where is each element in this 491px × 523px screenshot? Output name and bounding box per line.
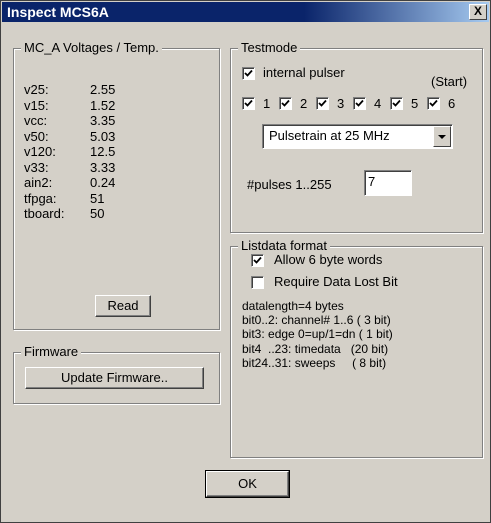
checkmark-icon <box>355 99 364 107</box>
firmware-group: Firmware Update Firmware.. <box>13 344 220 404</box>
channel-checkbox[interactable] <box>279 97 292 110</box>
dropdown-button[interactable] <box>433 126 451 147</box>
inspect-dialog: Inspect MCS6A X MC_A Voltages / Temp. v2… <box>0 0 491 523</box>
require-data-lost-label: Require Data Lost Bit <box>274 274 398 289</box>
channel-checkbox[interactable] <box>353 97 366 110</box>
voltage-row: tfpga: 51 <box>24 191 204 206</box>
require-data-lost-checkbox[interactable] <box>251 276 264 289</box>
voltage-row: tboard: 50 <box>24 206 204 221</box>
voltage-label: v25: <box>24 82 49 97</box>
voltage-value: 50 <box>90 206 105 221</box>
voltage-value: 12.5 <box>90 144 116 159</box>
voltage-row: v120: 12.5 <box>24 144 204 159</box>
ok-button[interactable]: OK <box>205 470 290 498</box>
voltage-value: 3.35 <box>90 113 116 128</box>
voltage-label: v120: <box>24 144 56 159</box>
voltage-value: 51 <box>90 190 105 206</box>
format-info-line: bit4 ..23: timedata (20 bit) <box>242 341 389 356</box>
voltage-label: vcc: <box>24 113 48 128</box>
checkmark-icon <box>281 99 290 107</box>
checkmark-icon <box>392 99 401 107</box>
format-info-line: bit0..2: channel# 1..6 ( 3 bit) <box>242 313 391 328</box>
pulses-label: #pulses 1..255 <box>247 177 332 192</box>
voltage-value: 2.55 <box>90 82 116 97</box>
voltage-label: tboard: <box>24 206 65 221</box>
format-info-line: datalength=4 bytes <box>242 299 344 313</box>
voltage-value: 5.03 <box>90 128 116 144</box>
title-bar[interactable]: Inspect MCS6A X <box>2 2 489 22</box>
voltage-label: v15: <box>24 97 49 113</box>
voltage-value: 0.24 <box>90 175 116 190</box>
voltage-row: ain2: 0.24 <box>24 175 204 190</box>
voltage-value: 1.52 <box>90 97 116 113</box>
read-button[interactable]: Read <box>95 295 151 317</box>
voltage-row: v25: 2.55 <box>24 82 204 97</box>
update-firmware-button[interactable]: Update Firmware.. <box>25 367 204 389</box>
voltage-label: v50: <box>24 128 49 144</box>
testmode-group-title: Testmode <box>238 40 301 55</box>
voltage-label: v33: <box>24 159 49 175</box>
channel-label: 4 <box>374 96 382 111</box>
close-icon: X <box>473 4 482 18</box>
window-title: Inspect MCS6A <box>7 4 109 20</box>
channel-label: 5 <box>411 96 419 111</box>
format-info: datalength=4 bytes bit0..2: channel# 1..6… <box>242 299 393 370</box>
voltage-row: v15: 1.52 <box>24 98 204 113</box>
listdata-group: Listdata format Allow 6 byte words Requi… <box>230 238 483 458</box>
voltage-value: 3.33 <box>90 159 116 175</box>
voltage-row: vcc: 3.35 <box>24 113 204 128</box>
channel-label: 2 <box>300 96 308 111</box>
channel-label: 3 <box>337 96 345 111</box>
voltage-label: tfpga: <box>24 190 57 206</box>
checkmark-icon <box>318 99 327 107</box>
checkmark-icon <box>244 69 253 77</box>
testmode-group: Testmode internal pulser (Start) 123456 … <box>230 40 483 233</box>
checkmark-icon <box>429 99 438 107</box>
voltage-label: ain2: <box>24 175 53 190</box>
internal-pulser-label: internal pulser <box>263 65 345 80</box>
voltage-row: v33: 3.33 <box>24 160 204 175</box>
channel-checkbox[interactable] <box>390 97 403 110</box>
pulse-mode-value: Pulsetrain at 25 MHz <box>269 128 390 143</box>
firmware-group-title: Firmware <box>21 344 82 359</box>
channel-label: 6 <box>448 96 456 111</box>
listdata-group-title: Listdata format <box>238 238 330 253</box>
pulses-input[interactable]: 7 <box>364 170 412 196</box>
checkmark-icon <box>244 99 253 107</box>
voltages-group-title: MC_A Voltages / Temp. <box>21 40 162 55</box>
chevron-down-icon <box>438 135 446 139</box>
checkmark-icon <box>253 256 262 264</box>
format-info-line: bit24..31: sweeps ( 8 bit) <box>242 355 387 370</box>
channel-label: 1 <box>263 96 271 111</box>
pulse-mode-select[interactable]: Pulsetrain at 25 MHz <box>262 124 453 149</box>
channel-checkboxes: 1 2 3 4 5 6 <box>242 96 482 112</box>
allow-6byte-label: Allow 6 byte words <box>274 252 383 267</box>
channel-checkbox[interactable] <box>242 97 255 110</box>
allow-6byte-checkbox[interactable] <box>251 254 264 267</box>
format-info-line: bit3: edge 0=up/1=dn ( 1 bit) <box>242 327 393 342</box>
voltage-row: v50: 5.03 <box>24 129 204 144</box>
start-label: (Start) <box>431 74 468 89</box>
channel-checkbox[interactable] <box>316 97 329 110</box>
close-button[interactable]: X <box>469 4 487 20</box>
voltages-group: MC_A Voltages / Temp. v25: 2.55 v15: 1.52 vc… <box>13 40 220 330</box>
channel-checkbox[interactable] <box>427 97 440 110</box>
internal-pulser-checkbox[interactable] <box>242 67 255 80</box>
